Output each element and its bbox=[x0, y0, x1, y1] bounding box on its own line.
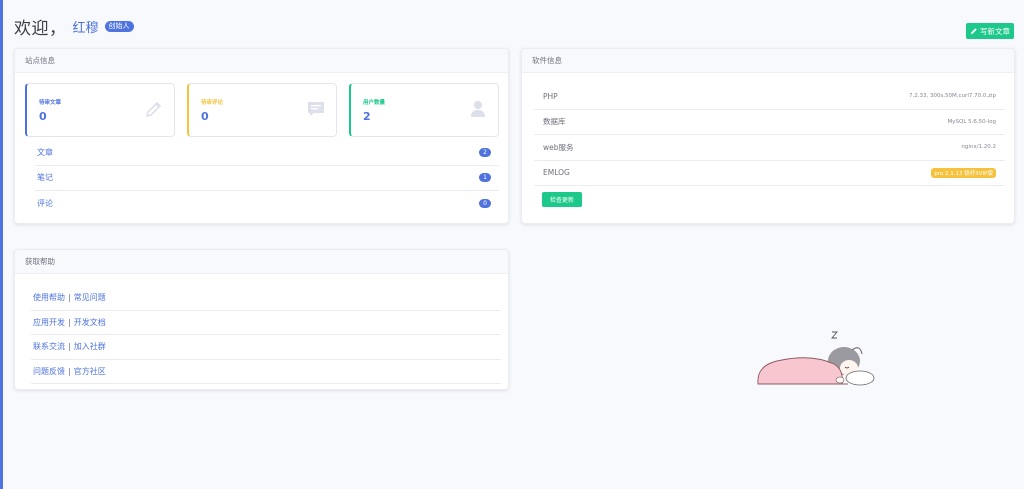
software-key: 数据库 bbox=[543, 117, 566, 127]
list-item-label: 文章 bbox=[37, 147, 53, 157]
write-article-button[interactable]: 写新文章 bbox=[966, 23, 1014, 39]
software-key: PHP bbox=[543, 91, 558, 101]
separator: | bbox=[68, 366, 71, 376]
count-badge: 2 bbox=[479, 147, 491, 157]
site-info-title: 站点信息 bbox=[15, 49, 508, 73]
software-value: 7.2.33, 300s,50M,curl7.70.0,zip bbox=[908, 93, 996, 100]
software-key: web服务 bbox=[543, 142, 574, 152]
separator: | bbox=[68, 317, 71, 327]
separator: | bbox=[68, 293, 71, 303]
software-info-title: 软件信息 bbox=[522, 49, 1014, 73]
dashboard-page: 欢迎， 红穆 创始人 写新文章 站点信息 待审文章 0 待审评论 0 用户数量 … bbox=[0, 0, 1024, 489]
separator: | bbox=[68, 342, 71, 352]
software-row-database: 数据库 MySQL 5.6.50-log bbox=[534, 110, 1005, 135]
help-link-dev-docs[interactable]: 开发文档 bbox=[74, 317, 106, 328]
user-icon bbox=[471, 101, 485, 117]
stat-pending-articles[interactable]: 待审文章 0 bbox=[25, 83, 175, 137]
username-link[interactable]: 红穆 bbox=[73, 17, 99, 36]
write-article-label: 写新文章 bbox=[980, 26, 1010, 36]
sleeping-character-illustration bbox=[757, 331, 875, 386]
count-badge: 0 bbox=[479, 199, 491, 209]
help-link-official-community[interactable]: 官方社区 bbox=[74, 366, 106, 377]
software-info-table: PHP 7.2.33, 300s,50M,curl7.70.0,zip 数据库 … bbox=[534, 84, 1005, 186]
software-info-card: 软件信息 PHP 7.2.33, 300s,50M,curl7.70.0,zip… bbox=[521, 48, 1015, 224]
stat-pending-comments[interactable]: 待审评论 0 bbox=[187, 83, 337, 137]
help-link-usage[interactable]: 使用帮助 bbox=[33, 292, 65, 303]
pencil-icon bbox=[970, 28, 977, 35]
help-list: 使用帮助 | 常见问题 应用开发 | 开发文档 联系交流 | 加入社群 问题反馈… bbox=[31, 286, 501, 384]
software-row-web-server: web服务 nginx/1.20.2 bbox=[534, 135, 1005, 161]
list-item-comments[interactable]: 评论 0 bbox=[35, 191, 499, 217]
help-row: 使用帮助 | 常见问题 bbox=[31, 286, 501, 311]
list-item-articles[interactable]: 文章 2 bbox=[35, 140, 499, 166]
version-badge: pro 2.1.13 铁杆SVIP版 bbox=[931, 167, 996, 178]
help-card: 获取帮助 使用帮助 | 常见问题 应用开发 | 开发文档 联系交流 | 加入社群… bbox=[14, 249, 509, 390]
help-title: 获取帮助 bbox=[15, 250, 508, 274]
welcome-header: 欢迎， 红穆 创始人 bbox=[14, 14, 134, 39]
site-info-card: 站点信息 待审文章 0 待审评论 0 用户数量 2 文章 2 笔记 1 评论 0 bbox=[14, 48, 509, 224]
stats-row: 待审文章 0 待审评论 0 用户数量 2 bbox=[25, 83, 499, 137]
comment-icon bbox=[308, 102, 324, 116]
help-row: 问题反馈 | 官方社区 bbox=[31, 360, 501, 384]
list-item-notes[interactable]: 笔记 1 bbox=[35, 166, 499, 191]
software-value: nginx/1.20.2 bbox=[961, 144, 996, 151]
welcome-text: 欢迎， bbox=[14, 18, 67, 39]
list-item-label: 评论 bbox=[37, 199, 53, 209]
software-value: MySQL 5.6.50-log bbox=[947, 118, 997, 125]
check-update-button[interactable]: 检查更新 bbox=[542, 192, 582, 207]
pencil-icon bbox=[145, 101, 162, 118]
help-link-app-dev[interactable]: 应用开发 bbox=[33, 317, 65, 328]
help-link-feedback[interactable]: 问题反馈 bbox=[33, 366, 65, 377]
role-badge: 创始人 bbox=[104, 20, 134, 32]
help-link-community-group[interactable]: 加入社群 bbox=[74, 341, 106, 352]
software-row-emlog: EMLOG pro 2.1.13 铁杆SVIP版 bbox=[534, 161, 1005, 186]
software-row-php: PHP 7.2.33, 300s,50M,curl7.70.0,zip bbox=[534, 84, 1005, 110]
help-link-faq[interactable]: 常见问题 bbox=[74, 292, 106, 303]
software-key: EMLOG bbox=[543, 168, 570, 178]
stat-user-count[interactable]: 用户数量 2 bbox=[349, 83, 499, 137]
help-row: 应用开发 | 开发文档 bbox=[31, 311, 501, 335]
help-row: 联系交流 | 加入社群 bbox=[31, 335, 501, 360]
content-count-list: 文章 2 笔记 1 评论 0 bbox=[35, 140, 499, 217]
help-link-contact[interactable]: 联系交流 bbox=[33, 341, 65, 352]
list-item-label: 笔记 bbox=[37, 173, 53, 183]
count-badge: 1 bbox=[479, 173, 491, 183]
sidebar-edge bbox=[0, 0, 3, 489]
